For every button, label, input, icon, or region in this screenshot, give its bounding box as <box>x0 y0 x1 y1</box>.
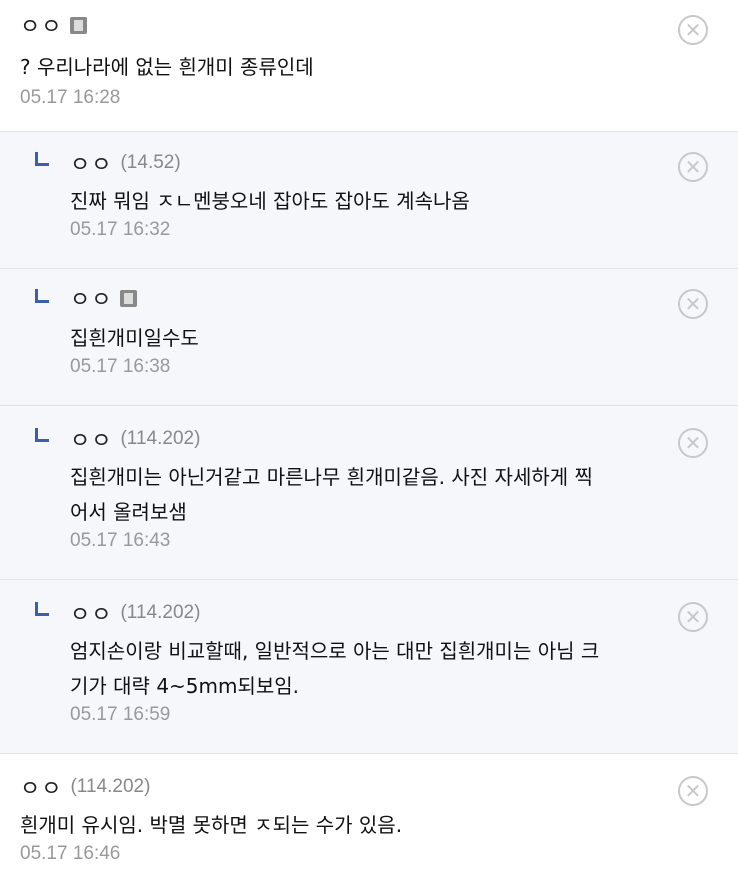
fixed-nick-badge-icon <box>120 289 138 307</box>
comment-date: 05.17 16:59 <box>70 704 171 725</box>
comment-text: 집흰개미는 아닌거같고 마른나무 흰개미같음. 사진 자세하게 찍 어서 올려보… <box>70 465 593 524</box>
comment-text: ? 우리나라에 없는 흰개미 종류인데 <box>20 55 314 79</box>
comment-text: 진짜 뭐임 ㅈㄴ멘붕오네 잡아도 잡아도 계속나옴 <box>70 189 470 213</box>
comment-nickname[interactable]: ㅇㅇ <box>70 147 112 179</box>
reply-item: ㅇㅇ (14.52) 진짜 뭐임 ㅈㄴ멘붕오네 잡아도 잡아도 계속나옴 05.… <box>0 132 738 269</box>
comment-nickname[interactable]: ㅇㅇ <box>20 9 62 41</box>
comment-content: ㅇㅇ (114.202) 흰개미 유시임. 박멸 못하면 ㅈ되는 수가 있음. … <box>20 776 698 865</box>
comment-nickname[interactable]: ㅇㅇ <box>70 282 112 314</box>
comment-text: 흰개미 유시임. 박멸 못하면 ㅈ되는 수가 있음. <box>20 813 403 837</box>
comment-ip: (114.202) <box>120 602 201 623</box>
comment-date: 05.17 16:28 <box>20 87 121 108</box>
reply-arrow-icon <box>35 428 49 442</box>
comment-date: 05.17 16:46 <box>20 843 121 864</box>
comment-text: 집흰개미일수도 <box>70 326 199 350</box>
delete-icon[interactable]: ✕ <box>678 428 708 458</box>
comment-content: ㅇㅇ 집흰개미일수도 05.17 16:38 <box>70 287 698 378</box>
reply-arrow-icon <box>35 602 49 616</box>
comment-date: 05.17 16:43 <box>70 530 171 551</box>
comment-ip: (14.52) <box>120 152 181 173</box>
reply-item: ㅇㅇ (114.202) 엄지손이랑 비교할때, 일반적으로 아는 대만 집흰개… <box>0 580 738 754</box>
comment-date: 05.17 16:32 <box>70 219 171 240</box>
comment-ip: (114.202) <box>70 776 151 797</box>
comment-nickname[interactable]: ㅇㅇ <box>70 423 112 455</box>
comment-date: 05.17 16:38 <box>70 356 171 377</box>
comment-nickname[interactable]: ㅇㅇ <box>20 771 62 803</box>
delete-icon[interactable]: ✕ <box>678 152 708 182</box>
comment-content: ㅇㅇ (14.52) 진짜 뭐임 ㅈㄴ멘붕오네 잡아도 잡아도 계속나옴 05.… <box>70 152 698 241</box>
delete-icon[interactable]: ✕ <box>678 15 708 45</box>
comment-item: ㅇㅇ (114.202) 흰개미 유시임. 박멸 못하면 ㅈ되는 수가 있음. … <box>0 754 738 884</box>
reply-arrow-icon <box>35 289 49 303</box>
fixed-nick-badge-icon <box>70 16 88 34</box>
comment-content: ㅇㅇ (114.202) 엄지손이랑 비교할때, 일반적으로 아는 대만 집흰개… <box>70 602 698 726</box>
comment-content: ㅇㅇ ? 우리나라에 없는 흰개미 종류인데 05.17 16:28 <box>20 10 698 109</box>
delete-icon[interactable]: ✕ <box>678 289 708 319</box>
comment-content: ㅇㅇ (114.202) 집흰개미는 아닌거같고 마른나무 흰개미같음. 사진 … <box>70 428 698 552</box>
reply-item: ㅇㅇ (114.202) 집흰개미는 아닌거같고 마른나무 흰개미같음. 사진 … <box>0 406 738 580</box>
reply-arrow-icon <box>35 152 49 166</box>
comment-text: 엄지손이랑 비교할때, 일반적으로 아는 대만 집흰개미는 아님 크 기가 대략… <box>70 639 600 698</box>
delete-icon[interactable]: ✕ <box>678 776 708 806</box>
delete-icon[interactable]: ✕ <box>678 602 708 632</box>
comment-ip: (114.202) <box>120 428 201 449</box>
comment-nickname[interactable]: ㅇㅇ <box>70 597 112 629</box>
comment-item: ㅇㅇ ? 우리나라에 없는 흰개미 종류인데 05.17 16:28 ✕ <box>0 0 738 132</box>
reply-item: ㅇㅇ 집흰개미일수도 05.17 16:38 ✕ <box>0 269 738 406</box>
